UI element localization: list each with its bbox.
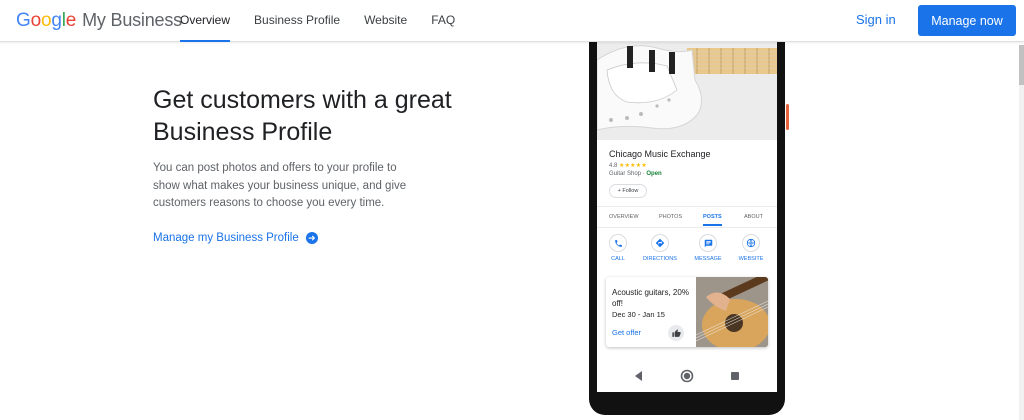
offer-card[interactable]: Acoustic guitars, 20% off! Dec 30 - Jan …: [606, 277, 768, 347]
thumbs-up-icon[interactable]: [668, 325, 684, 341]
star-rating-icon: ★★★★★: [619, 163, 647, 169]
sign-in-link[interactable]: Sign in: [856, 12, 896, 27]
open-status: Open: [646, 171, 662, 177]
website-action[interactable]: WEBSITE: [731, 234, 771, 262]
nav-business-profile[interactable]: Business Profile: [254, 0, 340, 42]
website-label: WEBSITE: [738, 256, 764, 262]
top-header: Google My Business Overview Business Pro…: [0, 0, 1024, 42]
logo-letter: o: [30, 10, 42, 31]
tab-about[interactable]: ABOUT: [744, 214, 763, 220]
globe-icon: [742, 234, 760, 252]
logo-letter: g: [51, 10, 62, 31]
guitar-photo: [597, 40, 777, 140]
acoustic-guitar-photo: [696, 277, 768, 347]
phone-side-button: [786, 104, 789, 130]
message-icon: [699, 234, 717, 252]
back-icon: [635, 371, 642, 381]
directions-icon: [651, 234, 669, 252]
google-my-business-logo[interactable]: Google My Business: [16, 10, 182, 32]
rating: 4.8 ★★★★★: [609, 162, 647, 169]
hero-description: You can post photos and offers to your p…: [153, 162, 407, 209]
acoustic-guitar-illustration: [696, 277, 768, 347]
phone-screen: Chicago Music Exchange 4.8 ★★★★★ Guitar …: [597, 40, 777, 392]
tab-overview[interactable]: OVERVIEW: [609, 214, 639, 220]
manage-profile-link-label: Manage my Business Profile: [153, 232, 299, 244]
recents-icon: [731, 372, 739, 380]
message-label: MESSAGE: [694, 256, 722, 262]
rating-value: 4.8: [609, 163, 618, 169]
logo-letter: o: [40, 10, 52, 31]
call-label: CALL: [611, 256, 625, 262]
get-offer-link[interactable]: Get offer: [612, 328, 641, 337]
logo-letter: G: [16, 10, 31, 31]
hero-title: Get customers with a great Business Prof…: [153, 86, 452, 146]
logo-letter: e: [65, 10, 77, 31]
tab-photos[interactable]: PHOTOS: [659, 214, 682, 220]
nav-faq[interactable]: FAQ: [431, 0, 455, 42]
tab-posts[interactable]: POSTS: [703, 214, 722, 226]
offer-dates: Dec 30 - Jan 15: [612, 310, 665, 319]
category-text: Guitar Shop ·: [609, 171, 647, 177]
manage-profile-link[interactable]: Manage my Business Profile ➜: [153, 232, 318, 244]
manage-now-button[interactable]: Manage now: [918, 5, 1016, 36]
logo-product-name: My Business: [82, 10, 182, 30]
business-name: Chicago Music Exchange: [609, 149, 711, 159]
profile-tabs: OVERVIEW PHOTOS POSTS ABOUT: [597, 206, 777, 228]
nav-website[interactable]: Website: [364, 0, 407, 42]
main-nav: Overview Business Profile Website FAQ: [180, 0, 479, 42]
android-navigation-bar: [597, 366, 777, 386]
phone-icon: [609, 234, 627, 252]
call-action[interactable]: CALL: [598, 234, 638, 262]
nav-overview[interactable]: Overview: [180, 0, 231, 42]
directions-label: DIRECTIONS: [643, 256, 677, 262]
follow-button[interactable]: + Follow: [609, 184, 647, 198]
google-wordmark: Google: [16, 10, 76, 32]
message-action[interactable]: MESSAGE: [688, 234, 728, 262]
page-scrollbar[interactable]: [1019, 45, 1024, 420]
business-category: Guitar Shop · Open: [609, 171, 662, 177]
directions-action[interactable]: DIRECTIONS: [640, 234, 680, 262]
offer-title: Acoustic guitars, 20% off!: [612, 288, 689, 308]
arrow-right-icon: ➜: [305, 232, 318, 244]
guitar-illustration: [597, 40, 777, 140]
